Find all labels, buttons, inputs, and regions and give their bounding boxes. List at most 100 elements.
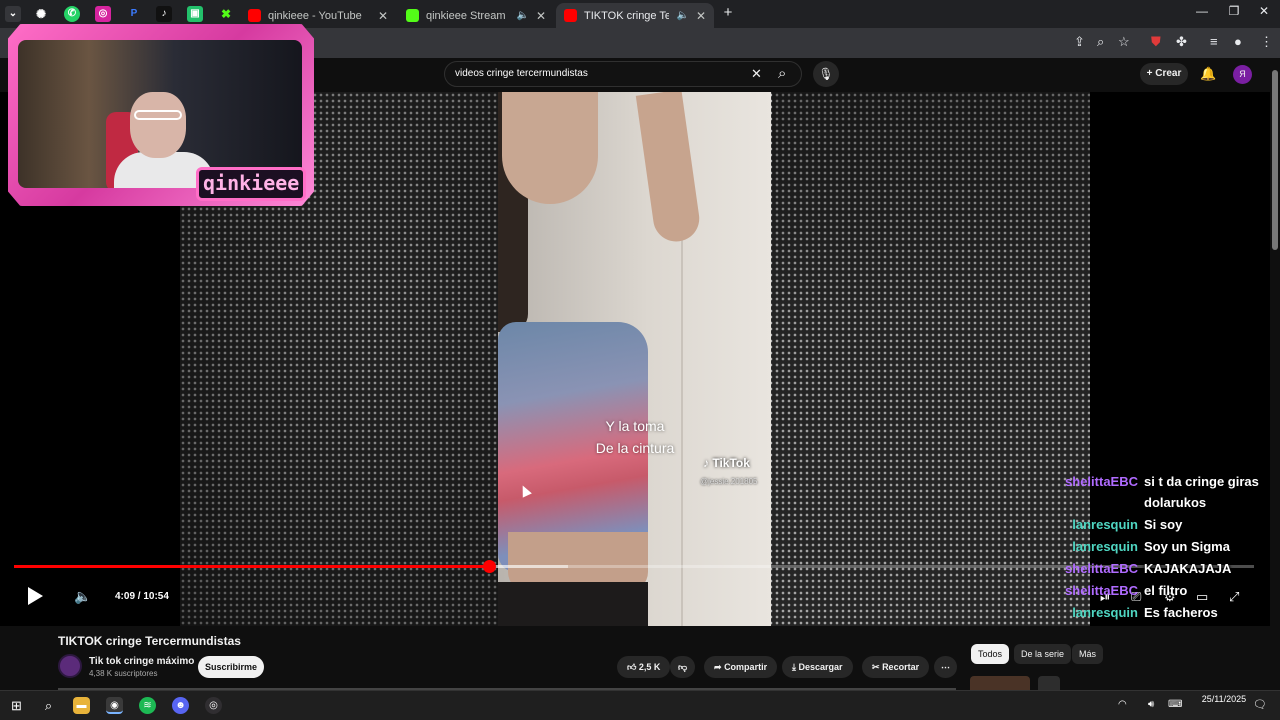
chat-username: shelittaEBC xyxy=(1065,561,1138,576)
kick-favicon-icon xyxy=(406,9,419,22)
browser-tab-strip: ⌄ ✺ ✆ ◎ P ♪ ▣ ✖ qinkieee - YouTube ✕ qin… xyxy=(0,0,1280,28)
tiktok-watermark-text: TikTok xyxy=(712,456,750,470)
like-button[interactable]: 👍︎ 2,5 K xyxy=(617,656,671,678)
share-button[interactable]: ➦ Compartir xyxy=(704,656,778,678)
bookmark-star-icon[interactable]: ☆ xyxy=(1118,34,1130,50)
clear-search-icon[interactable]: ✕ xyxy=(751,66,762,82)
paypal-pinned-tab-icon[interactable]: P xyxy=(126,6,142,22)
search-icon[interactable]: ⌕ xyxy=(40,697,57,714)
openai-pinned-tab-icon[interactable]: ✺ xyxy=(33,6,49,22)
speaker-icon[interactable]: 🔊︎ xyxy=(1148,699,1154,710)
chat-message: dolarukos xyxy=(1060,495,1276,517)
menu-kebab-icon[interactable]: ⋮ xyxy=(1260,34,1273,50)
chat-text: Es facheros xyxy=(1144,605,1218,620)
extensions-puzzle-icon[interactable]: ✤ xyxy=(1176,34,1187,50)
volume-icon[interactable]: 🔈 xyxy=(74,588,91,605)
subscribe-button[interactable]: Suscribirme xyxy=(198,656,264,678)
create-button[interactable]: + Crear xyxy=(1140,63,1188,85)
clock-date: 25/11/2025 xyxy=(1201,694,1247,704)
chat-username: lanresquin xyxy=(1072,605,1138,620)
tiktok-username: @jessie.201805 xyxy=(700,477,758,486)
more-icon: ⋯ xyxy=(941,662,950,672)
instagram-pinned-tab-icon[interactable]: ◎ xyxy=(95,6,111,22)
page-scrollbar-thumb[interactable] xyxy=(1272,70,1278,250)
chat-message: lanresquin Si soy xyxy=(1060,517,1276,539)
tab-kick-dashboard[interactable]: qinkieee Stream - Kick Dash 🔈 ✕ xyxy=(398,3,554,28)
chip-todos[interactable]: Todos xyxy=(971,644,1010,664)
close-window-button[interactable]: ✕ xyxy=(1248,4,1280,24)
share-label: Compartir xyxy=(724,662,768,672)
chrome-icon[interactable]: ◉ xyxy=(106,697,123,714)
chat-text: dolarukos xyxy=(1144,495,1207,510)
chat-message: lanresquin Es facheros xyxy=(1060,605,1276,627)
download-button[interactable]: ⤓ Descargar xyxy=(782,656,853,678)
close-tab-icon[interactable]: ✕ xyxy=(378,9,388,23)
glasses xyxy=(134,110,182,120)
streamer-head xyxy=(130,92,186,158)
clip-button[interactable]: ✂ Recortar xyxy=(862,656,930,678)
share-icon: ➦ xyxy=(714,662,722,672)
progress-scrubber[interactable] xyxy=(483,560,496,573)
zoom-icon[interactable]: ⌕ xyxy=(1097,34,1104,50)
tiktok-pinned-tab-icon[interactable]: ♪ xyxy=(156,6,172,22)
ublock-extension-icon[interactable]: ⛊ xyxy=(1151,34,1161,50)
taskbar-clock[interactable]: 25/11/2025 xyxy=(1200,694,1248,705)
chip-de-la-serie[interactable]: De la serie xyxy=(1014,644,1072,664)
chat-message: lanresquin Soy un Sigma xyxy=(1060,539,1276,561)
wifi-icon[interactable]: ◠ xyxy=(1118,699,1127,710)
file-explorer-icon[interactable]: ▬ xyxy=(73,697,90,714)
whatsapp-pinned-tab-icon[interactable]: ✆ xyxy=(64,6,80,22)
restore-button[interactable]: ❐ xyxy=(1218,4,1250,24)
profile-icon[interactable]: ● xyxy=(1234,34,1242,49)
play-icon[interactable] xyxy=(28,587,43,605)
pants xyxy=(498,582,648,626)
youtube-favicon-icon xyxy=(248,9,261,22)
chip-mas[interactable]: Más xyxy=(1072,644,1104,664)
chat-username: shelittaEBC xyxy=(1065,474,1138,489)
search-input[interactable]: videos cringe tercermundistas xyxy=(455,68,588,79)
notifications-bell-icon[interactable]: 🔔 xyxy=(1200,66,1216,82)
time-display: 4:09 / 10:54 xyxy=(115,591,169,602)
voice-search-icon[interactable]: 🎙 xyxy=(813,61,839,87)
install-app-icon[interactable]: ⇪ xyxy=(1074,34,1085,50)
notifications-icon[interactable]: 🗨 xyxy=(1253,698,1267,711)
dislike-button[interactable]: 👎︎ xyxy=(670,656,696,678)
close-tab-icon[interactable]: ✕ xyxy=(536,9,546,23)
download-icon: ⤓ xyxy=(792,662,796,672)
obs-icon[interactable]: ◎ xyxy=(205,697,222,714)
scissors-icon: ✂ xyxy=(872,662,880,672)
windows-start-icon[interactable]: ⊞ xyxy=(8,697,25,714)
more-actions-button[interactable]: ⋯ xyxy=(934,656,957,678)
recommended-thumbnail[interactable] xyxy=(970,676,1030,690)
discord-icon[interactable]: ☻ xyxy=(172,697,189,714)
kick-pinned-tab-icon[interactable]: ✖ xyxy=(218,6,234,22)
pinned-tab-app-icon[interactable]: ▣ xyxy=(187,6,203,22)
tiktok-video-frame xyxy=(498,92,771,626)
channel-avatar[interactable] xyxy=(58,654,82,678)
download-label: Descargar xyxy=(798,662,843,672)
video-shadow-right xyxy=(772,92,1090,626)
search-icon[interactable]: ⌕ xyxy=(778,65,786,82)
speaker-icon: 🔈 xyxy=(516,10,529,21)
spotify-icon[interactable]: ≋ xyxy=(139,697,156,714)
tab-search-chevron-icon[interactable]: ⌄ xyxy=(5,6,21,22)
recommended-thumbnail[interactable] xyxy=(1038,676,1060,690)
new-tab-button[interactable]: + xyxy=(712,4,744,24)
streamer-name: qinkieee xyxy=(203,171,300,195)
clip-label: Recortar xyxy=(882,662,920,672)
tiktok-watermark: ♪ TikTok xyxy=(703,456,750,470)
avatar[interactable]: Я xyxy=(1233,65,1252,84)
caption-line-1: Y la toma xyxy=(605,418,665,434)
close-tab-icon[interactable]: ✕ xyxy=(696,9,706,23)
youtube-favicon-icon xyxy=(564,9,577,22)
chat-username: lanresquin xyxy=(1072,539,1138,554)
channel-name[interactable]: Tik tok cringe máximo xyxy=(89,656,194,667)
chat-text: Si soy xyxy=(1144,517,1183,532)
tab-tiktok-video[interactable]: TIKTOK cringe Tercermundi 🔈 ✕ xyxy=(556,3,714,28)
language-icon[interactable]: ⌨ xyxy=(1168,699,1182,710)
minimize-button[interactable]: — xyxy=(1186,4,1218,24)
webcam-feed xyxy=(18,40,302,188)
chat-text: si t da cringe giras xyxy=(1144,474,1259,489)
media-controls-icon[interactable]: ≡ xyxy=(1210,34,1218,49)
create-label: Crear xyxy=(1155,68,1182,79)
